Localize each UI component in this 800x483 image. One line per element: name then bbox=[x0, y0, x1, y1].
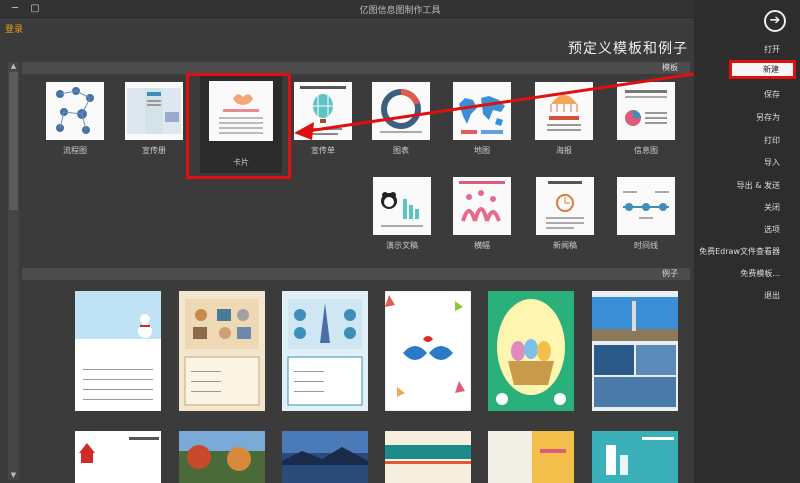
menu-free-templates[interactable]: 免费模板... bbox=[740, 268, 780, 279]
menu-print[interactable]: 打印 bbox=[764, 135, 780, 146]
menu-open[interactable]: 打开 bbox=[764, 44, 780, 55]
menu-export-send[interactable]: 导出 & 发送 bbox=[737, 180, 780, 191]
menu-options[interactable]: 选项 bbox=[764, 224, 780, 235]
menu-new[interactable]: 新建 bbox=[729, 60, 796, 79]
annotation-arrow bbox=[294, 67, 729, 140]
menu-exit[interactable]: 退出 bbox=[764, 290, 780, 301]
menu-edraw-viewer[interactable]: 免费Edraw文件查看器 bbox=[699, 246, 780, 257]
menu-save[interactable]: 保存 bbox=[764, 89, 780, 100]
menu-import[interactable]: 导入 bbox=[764, 157, 780, 168]
menu-close[interactable]: 关闭 bbox=[764, 202, 780, 213]
back-arrow-icon[interactable]: ➔ bbox=[764, 10, 786, 32]
menu-save-as[interactable]: 另存为 bbox=[756, 112, 780, 123]
